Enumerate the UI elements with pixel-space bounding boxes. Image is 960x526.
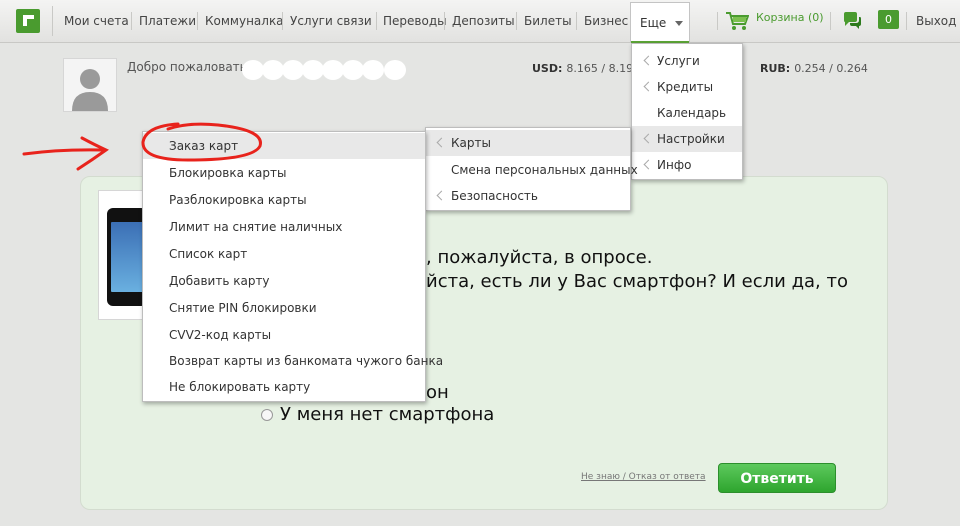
rub-value: 0.254 / 0.264 — [794, 62, 868, 75]
menu-item-calendar[interactable]: Календарь — [632, 100, 742, 126]
chevron-left-icon — [643, 81, 654, 92]
submenu-item-security[interactable]: Безопасность — [426, 183, 630, 209]
divider — [576, 12, 577, 30]
survey-option-partial: он — [426, 382, 449, 403]
menu-item-services[interactable]: Услуги — [632, 48, 742, 74]
settings-submenu: Карты Смена персональных данных Безопасн… — [425, 127, 638, 211]
menu-item-label: Добавить карту — [169, 274, 270, 288]
cards-item-do-not-block[interactable]: Не блокировать карту — [143, 374, 425, 400]
rub-rate: RUB: 0.254 / 0.264 — [760, 62, 868, 75]
chevron-left-icon — [436, 137, 447, 148]
more-dropdown-menu: Услуги Кредиты Календарь Настройки Инфо — [631, 43, 743, 180]
divider — [830, 12, 831, 30]
redacted-name — [322, 60, 344, 80]
divider — [516, 12, 517, 30]
nav-item-business[interactable]: Бизнес — [584, 0, 628, 42]
redacted-name — [282, 60, 304, 80]
nav-item-utilities[interactable]: Коммуналка — [205, 0, 284, 42]
submenu-item-cards[interactable]: Карты — [426, 130, 630, 156]
more-label: Еще — [640, 16, 667, 30]
cards-submenu: Заказ карт Блокировка карты Разблокировк… — [142, 131, 443, 402]
menu-item-credits[interactable]: Кредиты — [632, 74, 742, 100]
cart-link[interactable]: Корзина (0) — [756, 0, 824, 36]
menu-item-label: Календарь — [657, 106, 727, 120]
rub-label: RUB: — [760, 62, 791, 75]
menu-item-label: Кредиты — [657, 80, 714, 94]
redacted-name — [384, 60, 406, 80]
menu-item-label: Карты — [451, 136, 491, 150]
nav-item-tickets[interactable]: Билеты — [524, 0, 572, 42]
chevron-left-icon — [643, 159, 654, 170]
top-navigation-bar: Мои счета Платежи Коммуналка Услуги связ… — [0, 0, 960, 44]
redacted-name — [242, 60, 264, 80]
cards-item-pin-unblock[interactable]: Снятие PIN блокировки — [143, 295, 425, 321]
avatar-icon — [72, 69, 108, 111]
submenu-item-personal-data[interactable]: Смена персональных данных — [426, 157, 638, 183]
nav-item-payments[interactable]: Платежи — [139, 0, 196, 42]
cards-item-cash-limit[interactable]: Лимит на снятие наличных — [143, 214, 425, 240]
red-arrow-annotation — [22, 136, 109, 171]
nav-item-more[interactable]: Еще — [630, 2, 690, 44]
divider — [444, 12, 445, 30]
skip-survey-link[interactable]: Не знаю / Отказ от ответа — [581, 472, 706, 482]
chat-icon[interactable] — [842, 11, 862, 30]
logo-icon[interactable] — [16, 9, 40, 33]
menu-item-label: Разблокировка карты — [169, 193, 307, 207]
divider — [52, 6, 53, 36]
menu-item-label: Список карт — [169, 247, 248, 261]
answer-button[interactable]: Ответить — [718, 463, 836, 493]
menu-item-label: Лимит на снятие наличных — [169, 220, 343, 234]
usd-label: USD: — [532, 62, 563, 75]
radio-no-smartphone[interactable] — [261, 409, 273, 421]
redacted-name — [342, 60, 364, 80]
usd-rate: USD: 8.165 / 8.195 — [532, 62, 640, 75]
menu-item-label: Снятие PIN блокировки — [169, 301, 317, 315]
divider — [376, 12, 377, 30]
nav-item-telecom[interactable]: Услуги связи — [290, 0, 372, 42]
menu-item-settings[interactable]: Настройки — [632, 126, 742, 152]
survey-option-no-smartphone[interactable]: У меня нет смартфона — [280, 404, 494, 425]
chevron-left-icon — [643, 133, 654, 144]
menu-item-label: Безопасность — [451, 189, 538, 203]
messages-count-badge[interactable]: 0 — [878, 10, 899, 29]
redacted-name — [362, 60, 384, 80]
divider — [906, 12, 907, 30]
nav-item-deposits[interactable]: Депозиты — [452, 0, 515, 42]
logout-link[interactable]: Выход — [916, 0, 956, 42]
cards-item-unblock[interactable]: Разблокировка карты — [143, 187, 425, 213]
menu-item-label: Инфо — [657, 158, 692, 172]
nav-item-accounts[interactable]: Мои счета — [64, 0, 129, 42]
cart-icon[interactable] — [725, 11, 749, 31]
cards-item-atm-return[interactable]: Возврат карты из банкомата чужого банка — [143, 348, 443, 374]
avatar[interactable] — [63, 58, 117, 112]
divider — [717, 12, 718, 30]
survey-question-line-1: , пожалуйста, в опросе. — [426, 247, 653, 268]
divider — [282, 12, 283, 30]
redacted-name — [262, 60, 284, 80]
cards-item-cvv2[interactable]: CVV2-код карты — [143, 322, 425, 348]
menu-item-label: Настройки — [657, 132, 725, 146]
welcome-text: Добро пожаловать, — [127, 60, 251, 74]
survey-question-line-2: йста, есть ли у Вас смартфон? И если да,… — [426, 271, 848, 292]
menu-item-label: Не блокировать карту — [169, 380, 311, 394]
menu-item-label: CVV2-код карты — [169, 328, 272, 342]
cards-item-list[interactable]: Список карт — [143, 241, 425, 267]
menu-item-info[interactable]: Инфо — [632, 152, 742, 178]
chevron-down-icon — [675, 21, 683, 26]
smartphone-screen — [111, 222, 143, 292]
menu-item-label: Возврат карты из банкомата чужого банка — [169, 354, 444, 368]
cards-item-add[interactable]: Добавить карту — [143, 268, 425, 294]
menu-item-label: Услуги — [657, 54, 700, 68]
redacted-name — [302, 60, 324, 80]
menu-item-label: Смена персональных данных — [451, 163, 638, 177]
divider — [197, 12, 198, 30]
chevron-left-icon — [436, 190, 447, 201]
chevron-left-icon — [643, 55, 654, 66]
nav-item-transfers[interactable]: Переводы — [383, 0, 447, 42]
red-circle-annotation — [141, 122, 262, 162]
usd-value: 8.165 / 8.195 — [566, 62, 641, 75]
divider — [131, 12, 132, 30]
